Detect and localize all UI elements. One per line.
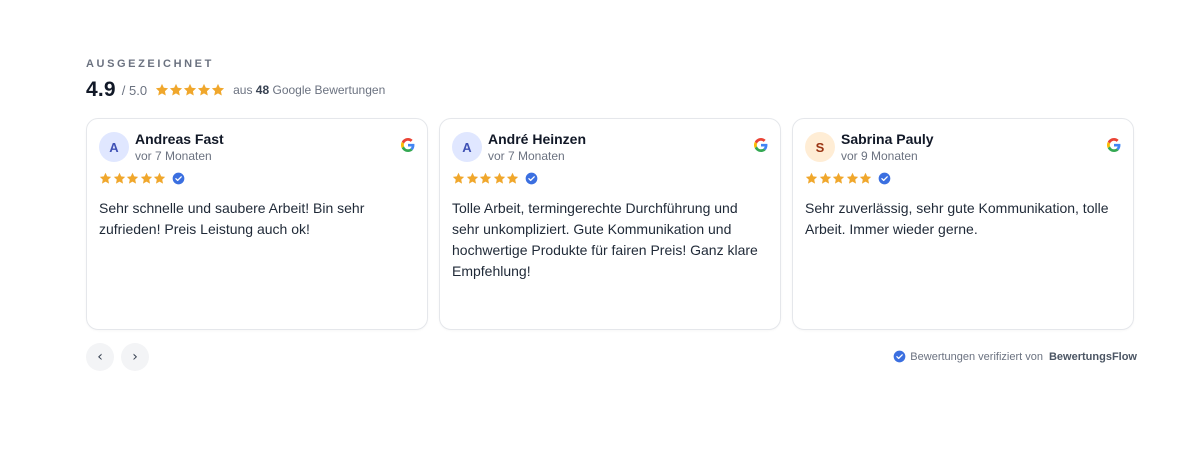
review-header: A Andreas Fast vor 7 Monaten	[99, 131, 415, 163]
reviewer-name: Andreas Fast	[135, 131, 224, 147]
star-icon	[506, 172, 519, 185]
review-time: vor 7 Monaten	[488, 148, 565, 163]
avatar: A	[99, 132, 129, 163]
brand-name[interactable]: BewertungsFlow	[1049, 351, 1137, 363]
review-card: S Sabrina Pauly vor 9 Monaten Sehr zuver…	[792, 118, 1134, 330]
review-count: aus 48 Google Bewertungen	[233, 83, 385, 97]
score-max: / 5.0	[121, 82, 148, 98]
review-rating	[99, 170, 415, 186]
review-header: A André Heinzen vor 7 Monaten	[452, 131, 768, 163]
review-count-prefix: aus	[233, 83, 253, 97]
review-count-number: 48	[255, 83, 270, 97]
star-icon	[493, 172, 506, 185]
review-header: S Sabrina Pauly vor 9 Monaten	[805, 131, 1121, 163]
verified-check-icon	[525, 172, 538, 185]
review-count-suffix: Google Bewertungen	[272, 83, 386, 97]
star-icon	[197, 83, 211, 97]
next-button[interactable]: ›	[121, 343, 149, 371]
review-text: Tolle Arbeit, termingerechte Durchführun…	[452, 200, 758, 280]
google-icon	[754, 138, 768, 152]
star-icon	[846, 172, 859, 185]
reviewer-info: André Heinzen vor 7 Monaten	[488, 131, 586, 163]
review-rating	[452, 170, 768, 186]
review-rating	[805, 170, 1121, 186]
verification-note: Bewertungen verifiziert von BewertungsFl…	[893, 350, 1137, 363]
star-icon	[183, 83, 197, 97]
star-icon	[169, 83, 183, 97]
verified-check-icon	[172, 172, 185, 185]
widget-footer: ‹ › Bewertungen verifiziert von Bewertun…	[86, 342, 1137, 372]
star-icon	[211, 83, 225, 97]
rating-eyebrow: AUSGEZEICHNET	[86, 58, 214, 70]
star-icon	[452, 172, 465, 185]
star-icon	[859, 172, 872, 185]
reviewer-info: Andreas Fast vor 7 Monaten	[135, 131, 224, 163]
review-card: A André Heinzen vor 7 Monaten Tolle Arbe…	[439, 118, 781, 330]
star-icon	[153, 172, 166, 185]
star-icon	[466, 172, 479, 185]
rating-summary: 4.9 / 5.0 aus 48 Google Bewertungen	[86, 76, 1137, 104]
review-text: Sehr schnelle und saubere Arbeit! Bin se…	[99, 200, 365, 238]
star-icon	[113, 172, 126, 185]
google-icon	[1107, 138, 1121, 152]
reviewer-name: Sabrina Pauly	[841, 131, 934, 147]
star-icon	[832, 172, 845, 185]
reviewer-name: André Heinzen	[488, 131, 587, 147]
star-icon	[99, 172, 112, 185]
reviews-widget: AUSGEZEICHNET 4.9 / 5.0 aus 48 Google Be…	[86, 58, 1137, 372]
reviewer-info: Sabrina Pauly vor 9 Monaten	[841, 131, 934, 163]
review-time: vor 9 Monaten	[841, 148, 918, 163]
star-icon	[126, 172, 139, 185]
review-card: A Andreas Fast vor 7 Monaten Sehr schnel…	[86, 118, 428, 330]
review-time: vor 7 Monaten	[135, 148, 212, 163]
verified-check-icon	[893, 350, 906, 363]
average-score: 4.9	[86, 78, 116, 101]
verification-text: Bewertungen verifiziert von	[910, 350, 1043, 363]
verified-check-icon	[878, 172, 891, 185]
star-icon	[479, 172, 492, 185]
star-icon	[805, 172, 818, 185]
avatar: S	[805, 132, 835, 163]
summary-stars	[155, 83, 225, 97]
review-cards: A Andreas Fast vor 7 Monaten Sehr schnel…	[86, 118, 1137, 330]
star-icon	[155, 83, 169, 97]
star-icon	[819, 172, 832, 185]
previous-button[interactable]: ‹	[86, 343, 114, 371]
google-icon	[401, 138, 415, 152]
review-text: Sehr zuverlässig, sehr gute Kommunikatio…	[805, 200, 1109, 238]
avatar: A	[452, 132, 482, 163]
star-icon	[140, 172, 153, 185]
